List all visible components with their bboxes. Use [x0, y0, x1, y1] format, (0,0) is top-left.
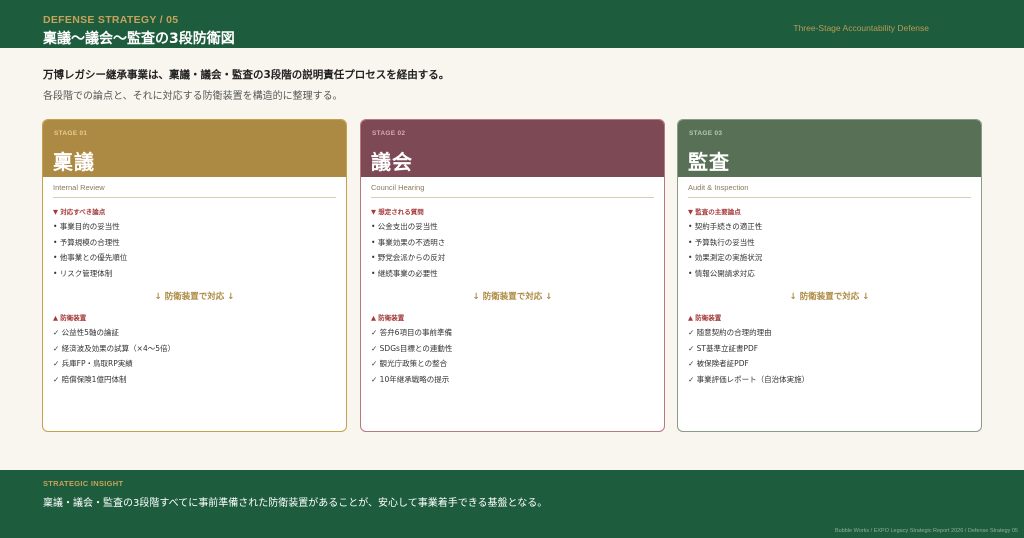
- defense-item: ✓ 経済波及効果の試算（×4〜5倍）: [53, 343, 175, 353]
- issues-heading: ▼ 対応すべき論点: [53, 208, 106, 216]
- stage-number: STAGE 03: [689, 130, 723, 137]
- defense-arrow: ↓ 防衛装置で対応 ↓: [472, 292, 553, 302]
- stage-name: 監査: [688, 150, 730, 174]
- defense-heading: ▲ 防衛装置: [688, 314, 722, 322]
- defense-arrow: ↓ 防衛装置で対応 ↓: [154, 292, 235, 302]
- defense-list: ✓ 随意契約の合理的理由 ✓ ST基準立証書PDF ✓ 被保険者証PDF ✓ 事…: [688, 325, 971, 387]
- defense-list: ✓ 答弁6項目の事前準備 ✓ SDGs目標との連動性 ✓ 観光庁政策との整合 ✓…: [371, 325, 654, 387]
- defense-item: ✓ 随意契約の合理的理由: [688, 328, 772, 337]
- defense-item: ✓ 公益性5軸の論証: [53, 328, 119, 337]
- page-title: 稟議〜議会〜監査の3段防衛図: [43, 31, 235, 47]
- lead-text: 万博レガシー継承事業は、稟議・議会・監査の3段階の説明責任プロセスを経由する。 …: [43, 67, 449, 102]
- issue-item: • 他事業との優先順位: [53, 253, 128, 262]
- issues-list: • 契約手続きの適正性 • 予算執行の妥当性 • 効果測定の実施状況 • 情報公…: [688, 219, 971, 281]
- issue-item: • 公金支出の妥当性: [371, 222, 438, 231]
- defense-item: ✓ ST基準立証書PDF: [688, 343, 759, 353]
- stage-name: 稟議: [53, 150, 95, 174]
- issue-item: • 情報公開請求対応: [688, 268, 755, 278]
- issue-item: • 事業目的の妥当性: [53, 222, 120, 231]
- defense-item: ✓ 10年継承戦略の提示: [371, 374, 450, 384]
- stage-subtitle: Council Hearing: [371, 183, 654, 198]
- issue-item: • 継続事業の必要性: [371, 268, 438, 278]
- lead-line-2: 各段階での論点と、それに対応する防衛装置を構造的に整理する。: [43, 91, 343, 102]
- issue-item: • 野党会派からの反対: [371, 253, 446, 262]
- header-bar: DEFENSE STRATEGY / 05 稟議〜議会〜監査の3段防衛図 Thr…: [0, 0, 1024, 48]
- issues-heading: ▼ 想定される質問: [371, 208, 424, 216]
- stage-header: STAGE 01 稟議: [43, 120, 346, 177]
- issues-list: • 公金支出の妥当性 • 事業効果の不透明さ • 野党会派からの反対 • 継続事…: [371, 219, 654, 281]
- defense-item: ✓ SDGs目標との連動性: [371, 343, 453, 353]
- insight-text: 稟議・議会・監査の3段階すべてに事前準備された防衛装置があることが、安心して事業…: [43, 498, 548, 509]
- footer-credit: Bubble Works / EXPO Legacy Strategic Rep…: [834, 528, 1018, 534]
- stage-number: STAGE 02: [372, 130, 406, 137]
- defense-heading: ▲ 防衛装置: [371, 314, 405, 322]
- lead-line-1: 万博レガシー継承事業は、稟議・議会・監査の3段階の説明責任プロセスを経由する。: [43, 69, 450, 81]
- header-subtitle: Three-Stage Accountability Defense: [793, 23, 929, 33]
- issue-item: • リスク管理体制: [53, 268, 113, 278]
- defense-item: ✓ 事業評価レポート（自治体実施）: [688, 374, 810, 384]
- stage-header: STAGE 02 議会: [361, 120, 664, 177]
- stage-name: 議会: [371, 150, 413, 174]
- stage-card-internal-review: STAGE 01 稟議 Internal Review ▼ 対応すべき論点 • …: [42, 119, 347, 432]
- insight-label: STRATEGIC INSIGHT: [43, 479, 124, 488]
- issue-item: • 予算規模の合理性: [53, 237, 120, 247]
- stage-card-audit-inspection: STAGE 03 監査 Audit & Inspection ▼ 監査の主要論点…: [677, 119, 982, 432]
- issue-item: • 事業効果の不透明さ: [371, 237, 446, 247]
- issue-item: • 効果測定の実施状況: [688, 253, 763, 262]
- issues-heading: ▼ 監査の主要論点: [688, 208, 741, 216]
- issues-list: • 事業目的の妥当性 • 予算規模の合理性 • 他事業との優先順位 • リスク管…: [53, 219, 336, 281]
- section-kicker: DEFENSE STRATEGY / 05: [43, 14, 179, 26]
- defense-item: ✓ 観光庁政策との整合: [371, 359, 448, 368]
- issue-item: • 予算執行の妥当性: [688, 237, 755, 247]
- stage-number: STAGE 01: [54, 130, 88, 137]
- stage-card-council-hearing: STAGE 02 議会 Council Hearing ▼ 想定される質問 • …: [360, 119, 665, 432]
- defense-heading: ▲ 防衛装置: [53, 314, 87, 322]
- stage-subtitle: Internal Review: [53, 183, 336, 198]
- defense-item: ✓ 賠償保険1億円体制: [53, 374, 127, 384]
- strategic-insight-banner: STRATEGIC INSIGHT 稟議・議会・監査の3段階すべてに事前準備され…: [0, 470, 1024, 538]
- defense-item: ✓ 兵庫FP・鳥取RP実績: [53, 359, 133, 368]
- defense-item: ✓ 答弁6項目の事前準備: [371, 328, 452, 337]
- issue-item: • 契約手続きの適正性: [688, 222, 763, 231]
- defense-list: ✓ 公益性5軸の論証 ✓ 経済波及効果の試算（×4〜5倍） ✓ 兵庫FP・鳥取R…: [53, 325, 336, 387]
- defense-arrow: ↓ 防衛装置で対応 ↓: [789, 292, 870, 302]
- defense-item: ✓ 被保険者証PDF: [688, 359, 749, 368]
- stage-header: STAGE 03 監査: [678, 120, 981, 177]
- stage-subtitle: Audit & Inspection: [688, 183, 971, 198]
